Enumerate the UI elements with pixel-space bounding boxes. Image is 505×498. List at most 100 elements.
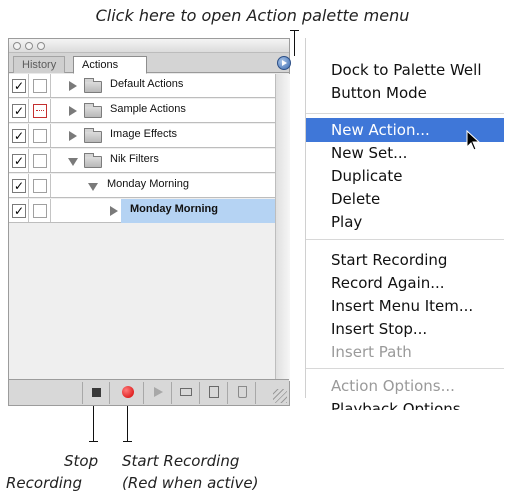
mouse-cursor-icon — [466, 130, 481, 151]
button-divider — [227, 382, 228, 404]
expand-triangle-icon[interactable] — [69, 131, 77, 141]
menu-item-insert-menu-item[interactable]: Insert Menu Item... — [306, 294, 504, 318]
toggle-item-checkbox[interactable]: ✓ — [12, 154, 26, 168]
toggle-dialog-checkbox[interactable] — [33, 79, 47, 93]
palette-menu: Dock to Palette Well Button Mode New Act… — [305, 38, 504, 410]
callout-line-stop-cap — [89, 441, 98, 442]
menu-item-delete[interactable]: Delete — [306, 187, 504, 211]
tab-history[interactable]: History — [13, 56, 66, 73]
button-divider — [255, 382, 256, 404]
action-set-row[interactable]: ✓ Nik Filters — [9, 149, 289, 173]
zoom-window-icon[interactable] — [37, 42, 45, 50]
column-divider — [28, 149, 29, 172]
action-set-row[interactable]: ✓ Sample Actions — [9, 99, 289, 123]
column-divider — [28, 199, 29, 222]
action-row[interactable]: ✓ Monday Morning — [9, 174, 289, 198]
scrollbar[interactable] — [275, 74, 290, 381]
palette-titlebar[interactable] — [9, 39, 289, 53]
new-action-button[interactable] — [205, 384, 223, 400]
actions-list: ✓ Default Actions ✓ Sample Actions ✓ Ima… — [9, 74, 289, 381]
trash-icon — [238, 386, 247, 398]
menu-item-button-mode[interactable]: Button Mode — [306, 81, 504, 105]
toggle-item-checkbox[interactable]: ✓ — [12, 104, 26, 118]
folder-icon — [180, 388, 192, 396]
palette-menu-button[interactable] — [277, 56, 291, 70]
column-divider — [50, 124, 51, 147]
play-icon — [154, 387, 163, 397]
stop-icon — [92, 388, 101, 397]
new-set-button[interactable] — [177, 384, 195, 400]
column-divider — [50, 149, 51, 172]
menu-item-dock-to-palette-well[interactable]: Dock to Palette Well — [306, 58, 504, 82]
collapse-triangle-icon[interactable] — [88, 183, 98, 191]
button-divider — [143, 382, 144, 404]
toggle-item-checkbox[interactable]: ✓ — [12, 129, 26, 143]
play-button[interactable] — [149, 384, 167, 400]
toggle-dialog-checkbox[interactable] — [33, 179, 47, 193]
palette-button-bar — [9, 379, 289, 405]
action-step-label: Monday Morning — [130, 203, 218, 215]
toggle-dialog-checkbox[interactable] — [33, 204, 47, 218]
button-divider — [199, 382, 200, 404]
menu-separator — [306, 368, 504, 369]
menu-separator — [306, 239, 504, 240]
folder-icon — [84, 128, 102, 143]
palette-tabbar: History Actions — [9, 53, 289, 74]
column-divider — [50, 99, 51, 122]
expand-triangle-icon[interactable] — [69, 106, 77, 116]
record-icon — [122, 386, 134, 398]
toggle-item-checkbox[interactable]: ✓ — [12, 204, 26, 218]
callout-line-top — [294, 30, 295, 56]
callout-line-stop — [93, 406, 94, 442]
action-step-row[interactable]: ✓ Monday Morning — [9, 199, 289, 223]
toggle-dialog-checkbox[interactable] — [33, 129, 47, 143]
start-recording-callout-line1: Start Recording — [122, 452, 240, 470]
column-divider — [50, 199, 51, 222]
column-divider — [28, 99, 29, 122]
action-set-row[interactable]: ✓ Default Actions — [9, 74, 289, 98]
folder-icon — [84, 153, 102, 168]
close-window-icon[interactable] — [13, 42, 21, 50]
menu-item-start-recording[interactable]: Start Recording — [306, 248, 504, 272]
toggle-dialog-checkbox[interactable] — [33, 154, 47, 168]
menu-item-duplicate[interactable]: Duplicate — [306, 164, 504, 188]
tab-actions[interactable]: Actions — [73, 56, 147, 74]
stop-recording-callout-line2: Recording — [6, 474, 82, 492]
menu-separator — [306, 113, 504, 114]
action-label: Monday Morning — [107, 178, 189, 190]
column-divider — [28, 174, 29, 197]
action-set-label: Nik Filters — [110, 153, 159, 165]
expand-triangle-icon[interactable] — [110, 206, 118, 216]
action-set-label: Sample Actions — [110, 103, 186, 115]
expand-triangle-icon[interactable] — [69, 81, 77, 91]
callout-line-start — [127, 406, 128, 442]
actions-palette: History Actions ✓ Default Actions ✓ Samp… — [8, 38, 290, 406]
action-set-row[interactable]: ✓ Image Effects — [9, 124, 289, 148]
menu-item-insert-stop[interactable]: Insert Stop... — [306, 317, 504, 341]
dialog-on-icon[interactable] — [33, 104, 47, 118]
column-divider — [50, 74, 51, 97]
folder-icon — [84, 103, 102, 118]
delete-button[interactable] — [233, 384, 251, 400]
column-divider — [28, 124, 29, 147]
toggle-item-checkbox[interactable]: ✓ — [12, 179, 26, 193]
column-divider — [50, 174, 51, 197]
action-set-label: Default Actions — [110, 78, 184, 90]
folder-icon — [84, 78, 102, 93]
toggle-item-checkbox[interactable]: ✓ — [12, 79, 26, 93]
button-divider — [171, 382, 172, 404]
menu-item-play[interactable]: Play — [306, 210, 504, 234]
minimize-window-icon[interactable] — [25, 42, 33, 50]
stop-recording-callout-line1: Stop — [64, 452, 99, 470]
menu-item-playback-options[interactable]: Playback Options — [306, 397, 504, 410]
collapse-triangle-icon[interactable] — [68, 158, 78, 166]
start-recording-callout-line2: (Red when active) — [122, 474, 259, 492]
menu-item-record-again[interactable]: Record Again... — [306, 271, 504, 295]
button-divider — [109, 382, 110, 404]
column-divider — [28, 74, 29, 97]
callout-palette-menu: Click here to open Action palette menu — [95, 6, 410, 25]
callout-line-start-cap — [123, 441, 132, 442]
resize-grip-icon[interactable] — [273, 389, 287, 403]
start-recording-button[interactable] — [119, 384, 137, 400]
stop-recording-button[interactable] — [87, 384, 105, 400]
